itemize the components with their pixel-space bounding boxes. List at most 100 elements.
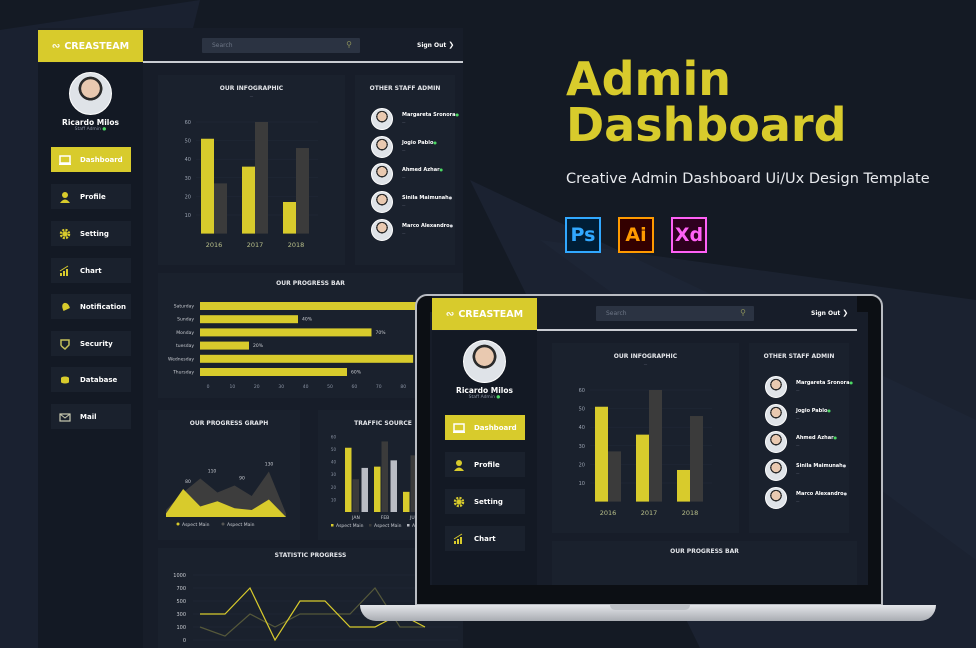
bar-category-label: tuesday (176, 343, 194, 349)
progress-bar (200, 354, 414, 363)
y-tick-label: 30 (185, 176, 191, 182)
x-tick-label: FEB (381, 515, 390, 521)
y-tick-label: 10 (331, 497, 337, 502)
y-tick-label: 1000 (173, 573, 186, 579)
progress-bar (200, 368, 347, 376)
x-tick-label: 60 (352, 384, 358, 390)
bar (242, 166, 255, 234)
progress-bar-label: 20% (253, 343, 264, 349)
progress-bar-label: 60% (351, 370, 362, 376)
y-tick-label: 20 (185, 194, 191, 200)
progress-bar (200, 315, 298, 324)
y-tick-label: 40 (579, 425, 585, 431)
laptop-dashboard: ∾ CREASTEAM Search ⚲ Sign Out ❯ Ricardo Milos… (432, 296, 857, 585)
bar (352, 479, 359, 512)
bar-category-label: Saturday (174, 304, 195, 310)
x-tick-label: 30 (278, 384, 284, 390)
y-tick-label: 60 (579, 388, 585, 394)
progress-bar-label: 40% (302, 317, 313, 323)
bar (283, 201, 296, 234)
bar (636, 434, 649, 502)
y-tick-label: 10 (579, 481, 585, 487)
charts-layer: 10 20 30 40 50 60 2016 2017 2018 (579, 388, 712, 517)
legend-label: Aspect Main (227, 522, 255, 528)
x-tick-label: 50 (327, 384, 333, 390)
bar (381, 441, 388, 512)
x-tick-label: 2017 (641, 509, 658, 517)
progress-bar-label: 70% (376, 330, 387, 336)
bar (390, 460, 397, 512)
y-tick-label: 700 (176, 586, 186, 592)
legend-marker (407, 524, 410, 527)
x-tick-label: 2017 (247, 241, 264, 249)
x-tick-label: 2016 (206, 241, 223, 249)
hero-title-line2: Dashboard (566, 98, 847, 152)
progress-bar (200, 302, 421, 310)
y-tick-label: 300 (176, 612, 186, 618)
y-tick-label: 0 (183, 638, 186, 644)
x-tick-label: 40 (303, 384, 309, 390)
data-label: 80 (185, 479, 191, 485)
bar (690, 416, 703, 502)
x-tick-label: 10 (230, 384, 236, 390)
bar (374, 466, 381, 512)
y-tick-label: 50 (579, 407, 585, 413)
x-tick-label: 70 (376, 384, 382, 390)
x-tick-label: 2016 (600, 509, 617, 517)
bar (361, 467, 368, 512)
bar (677, 469, 690, 502)
laptop-notch (610, 605, 690, 610)
legend-label: Aspect Main (374, 523, 402, 529)
progress-bar (200, 328, 372, 337)
data-label: 130 (265, 462, 274, 468)
legend-marker (331, 524, 334, 527)
app-badge-ps: Ps (565, 217, 601, 253)
app-badge-xd: Xd (671, 217, 707, 253)
x-tick-label: 2018 (682, 509, 699, 517)
bar (255, 122, 268, 234)
legend-marker (176, 522, 180, 526)
legend-label: Aspect Main (182, 522, 210, 528)
y-tick-label: 100 (176, 625, 186, 631)
legend-marker (221, 522, 225, 526)
x-tick-label: JAN (351, 515, 360, 521)
y-tick-label: 50 (185, 139, 191, 145)
x-tick-label: 2018 (288, 241, 305, 249)
x-tick-label: 80 (400, 384, 406, 390)
y-tick-label: 500 (176, 599, 186, 605)
y-tick-label: 10 (185, 213, 191, 219)
legend-label: Aspect Main (336, 523, 364, 529)
progress-bar (200, 341, 249, 350)
hero-title: Admin Dashboard (566, 56, 847, 148)
x-tick-label: 20 (254, 384, 260, 390)
bar (595, 406, 608, 502)
bar (649, 390, 662, 502)
bar (345, 447, 352, 512)
charts-layer: 10 20 30 40 50 60 2016 2017 2018 Saturday Sunday 40… (166, 120, 458, 644)
bar-category-label: Monday (176, 330, 194, 336)
bar (296, 148, 309, 234)
y-tick-label: 30 (579, 444, 585, 450)
dashboard-preview: ∾ CREASTEAM Search ⚲ Sign Out ❯ Ricardo Milos… (38, 28, 463, 648)
y-tick-label: 20 (579, 462, 585, 468)
progress-bar-title: OUR PROGRESS BAR (670, 548, 739, 555)
y-tick-label: 30 (331, 472, 337, 477)
legend-marker (369, 524, 372, 527)
bar (201, 138, 214, 234)
bar-category-label: Sunday (177, 317, 194, 323)
y-tick-label: 50 (331, 447, 337, 452)
bar (214, 183, 227, 234)
bar-category-label: Thursday (172, 370, 194, 376)
hero-title-line1: Admin (566, 52, 731, 106)
bar (403, 491, 410, 512)
y-tick-label: 40 (185, 157, 191, 163)
y-tick-label: 20 (331, 485, 337, 490)
bar-category-label: Wednesday (168, 356, 194, 362)
y-tick-label: 40 (331, 460, 337, 465)
y-tick-label: 60 (185, 120, 191, 126)
data-label: 110 (208, 469, 217, 475)
hero-subtitle: Creative Admin Dashboard Ui/Ux Design Te… (566, 171, 930, 187)
y-tick-label: 60 (331, 434, 337, 439)
bar (608, 451, 621, 502)
data-label: 90 (239, 476, 245, 482)
